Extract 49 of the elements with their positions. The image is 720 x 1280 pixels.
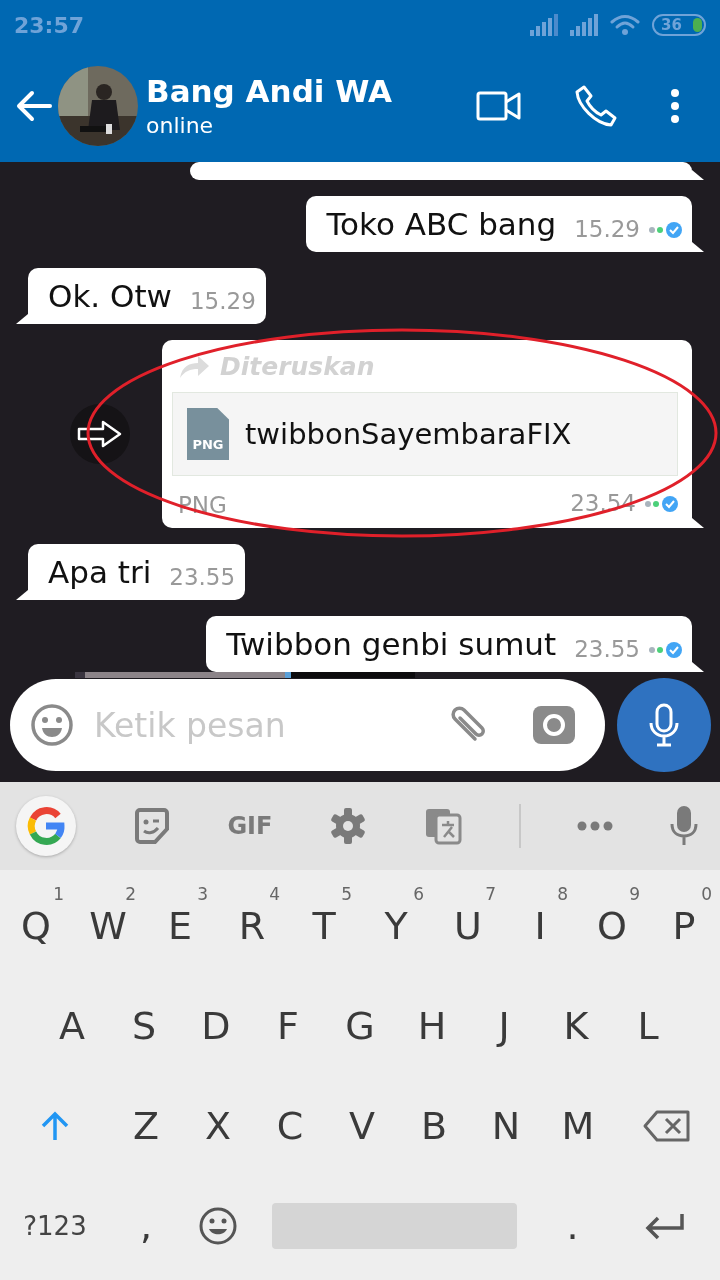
keyboard-key[interactable]: G [324,976,396,1076]
keyboard-key[interactable]: H [396,976,468,1076]
message-text: Toko ABC bang [326,205,557,244]
battery-icon: 36 [652,14,706,36]
keyboard-key[interactable]: P 0 [648,876,720,976]
keyboard-key[interactable]: J [468,976,540,1076]
keyboard-key[interactable]: Q 1 [0,876,72,976]
keyboard-key[interactable]: Y 6 [360,876,432,976]
message-time: 23.55 [574,635,640,664]
keyboard-key[interactable]: A [36,976,108,1076]
message-text: Apa tri [48,553,152,592]
keyboard-key[interactable]: T 5 [288,876,360,976]
keyboard-key[interactable]: F [252,976,324,1076]
png-file-icon: PNG [187,408,229,460]
keyboard-key[interactable]: L [612,976,684,1076]
contact-status: online [146,112,215,140]
message-text: Ok. Otw [48,277,172,316]
keyboard-key[interactable]: M [542,1076,614,1176]
keyboard-key[interactable]: S [108,976,180,1076]
keyboard-key[interactable]: B [398,1076,470,1176]
keyboard-key[interactable]: I 8 [504,876,576,976]
keyboard-key[interactable]: . [535,1176,610,1276]
keyboard-key[interactable]: Z [110,1076,182,1176]
keyboard-key[interactable]: V [326,1076,398,1176]
file-name: twibbonSayembaraFIX [245,417,572,451]
message-bubble[interactable]: Toko ABC bang 15.29 [306,196,692,252]
file-type: PNG [178,492,228,518]
message-bubble[interactable]: Twibbon genbi sumut 23.55 [206,616,692,672]
message-time: 23.55 [169,563,236,592]
keyboard-key[interactable]: N [470,1076,542,1176]
keyboard-key[interactable]: O 9 [576,876,648,976]
contact-name[interactable]: Bang Andi WA [146,71,476,111]
keyboard-key[interactable]: K [540,976,612,1076]
message-time: 15.29 [190,287,256,316]
keyboard-key[interactable]: E 3 [144,876,216,976]
status-time: 23:57 [14,12,85,38]
keyboard-key[interactable]: , [110,1176,182,1276]
file-attachment[interactable]: PNG twibbonSayembaraFIX [172,392,678,476]
keyboard-key[interactable]: U 7 [432,876,504,976]
message-time: 15.29 [574,215,640,244]
keyboard-key[interactable]: D [180,976,252,1076]
symbols-key[interactable]: ?123 [0,1176,110,1276]
message-bubble[interactable]: Ok. Otw 15.29 [28,268,266,324]
keyboard-key[interactable]: R 4 [216,876,288,976]
keyboard-key[interactable]: W 2 [72,876,144,976]
keyboard-key[interactable]: X [182,1076,254,1176]
message-text: Twibbon genbi sumut [226,625,557,664]
message-bubble[interactable]: Apa tri 23.55 [28,544,246,600]
keyboard-key[interactable]: C [254,1076,326,1176]
